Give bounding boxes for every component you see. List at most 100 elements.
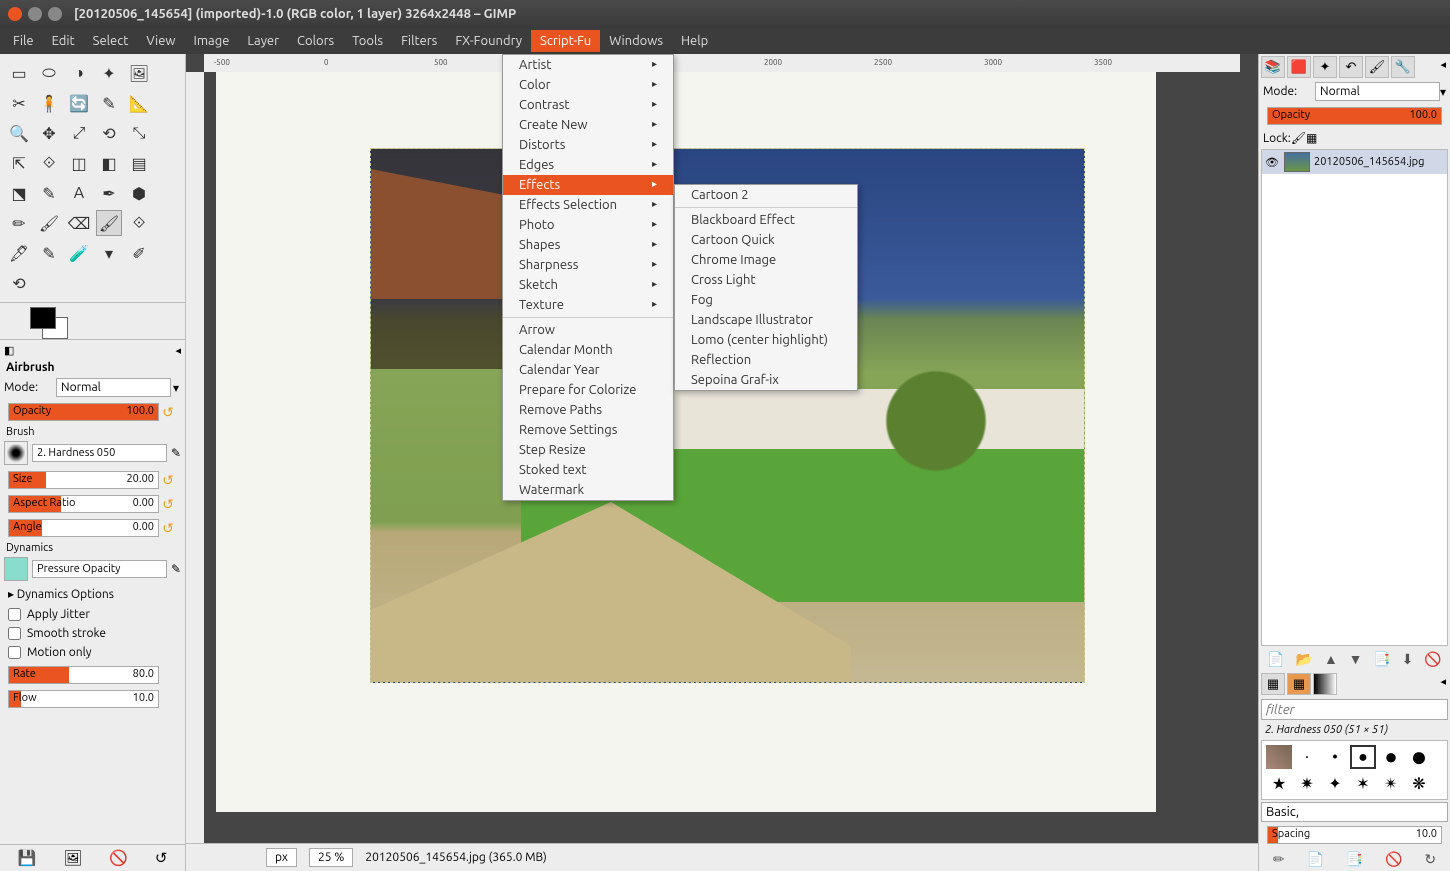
gradients-tab-icon[interactable] xyxy=(1313,673,1337,695)
zoom-select[interactable]: 25 % xyxy=(309,848,353,867)
menu-filters[interactable]: Filters xyxy=(392,30,446,52)
tool-0[interactable]: ▭ xyxy=(6,60,32,86)
effects-item-cartoon-quick[interactable]: Cartoon Quick xyxy=(675,230,857,250)
layer-op-1[interactable]: 📂 xyxy=(1296,651,1313,668)
layers-list[interactable]: 👁 20120506_145654.jpg xyxy=(1261,149,1448,646)
angle-slider[interactable]: Angle0.00 xyxy=(8,519,159,537)
menu-tools[interactable]: Tools xyxy=(343,30,392,52)
scriptfu-item-artist[interactable]: Artist xyxy=(503,55,673,75)
scriptfu-item-edges[interactable]: Edges xyxy=(503,155,673,175)
tool-30[interactable]: 🖋 xyxy=(6,240,32,266)
tool-23[interactable]: ✒ xyxy=(96,180,122,206)
unit-select[interactable]: px xyxy=(266,848,297,867)
effects-item-blackboard-effect[interactable]: Blackboard Effect xyxy=(675,210,857,230)
menu-layer[interactable]: Layer xyxy=(238,30,288,52)
scriptfu-item-prepare-for-colorize[interactable]: Prepare for Colorize xyxy=(503,380,673,400)
brush-op-4[interactable]: ↻ xyxy=(1424,851,1436,868)
brush-preset-select[interactable]: Basic, xyxy=(1261,802,1448,822)
effects-item-lomo-center-highlight-[interactable]: Lomo (center highlight) xyxy=(675,330,857,350)
dynamics-preview[interactable] xyxy=(4,557,28,581)
dynamics-options-expander[interactable]: ▸ Dynamics Options xyxy=(0,583,185,605)
scriptfu-item-contrast[interactable]: Contrast xyxy=(503,95,673,115)
layer-op-3[interactable]: ▼ xyxy=(1349,651,1363,668)
tool-14[interactable]: ⤡ xyxy=(126,120,152,146)
brush-filter-input[interactable] xyxy=(1261,699,1448,720)
scriptfu-item-calendar-year[interactable]: Calendar Year xyxy=(503,360,673,380)
opacity-reset-icon[interactable]: ↺ xyxy=(159,404,177,421)
tool-33[interactable]: ▾ xyxy=(96,240,122,266)
color-swatches[interactable] xyxy=(30,307,70,339)
scriptfu-item-remove-paths[interactable]: Remove Paths xyxy=(503,400,673,420)
scriptfu-item-stoked-text[interactable]: Stoked text xyxy=(503,460,673,480)
channels-tab-icon[interactable]: 🟥 xyxy=(1287,56,1311,78)
tool-16[interactable]: ⟐ xyxy=(36,150,62,176)
tool-3[interactable]: ✦ xyxy=(96,60,122,86)
tool-28[interactable]: 🖌 xyxy=(96,210,122,236)
layer-op-0[interactable]: 📄 xyxy=(1267,651,1284,668)
tool-1[interactable]: ⬭ xyxy=(36,60,62,86)
brush-edit-icon[interactable]: ✎ xyxy=(171,446,181,460)
tool-opt-btn-2[interactable]: 🚫 xyxy=(109,849,128,867)
menu-script-fu[interactable]: Script-Fu xyxy=(531,30,600,52)
rate-slider[interactable]: Rate80.0 xyxy=(8,666,159,684)
tool-opt-btn-1[interactable]: 🖼 xyxy=(63,849,82,867)
layer-mode-select[interactable]: Normal xyxy=(1315,82,1440,101)
tool-11[interactable]: ✥ xyxy=(36,120,62,146)
tool-13[interactable]: ⟲ xyxy=(96,120,122,146)
menu-edit[interactable]: Edit xyxy=(43,30,84,52)
scriptfu-item-effects[interactable]: Effects xyxy=(503,175,673,195)
horizontal-ruler[interactable]: -5000500100015002000250030003500 xyxy=(204,54,1240,72)
effects-item-landscape-illustrator[interactable]: Landscape Illustrator xyxy=(675,310,857,330)
scriptfu-item-create-new[interactable]: Create New xyxy=(503,115,673,135)
patterns-tab-icon[interactable]: ▦ xyxy=(1287,673,1311,695)
brush-op-1[interactable]: 📄 xyxy=(1307,851,1324,868)
scriptfu-item-photo[interactable]: Photo xyxy=(503,215,673,235)
tool-17[interactable]: ◫ xyxy=(66,150,92,176)
minimize-window-button[interactable] xyxy=(28,7,42,21)
tool-25[interactable]: ✏ xyxy=(6,210,32,236)
brush-preview[interactable] xyxy=(4,441,28,465)
layers-tab-icon[interactable]: 📚 xyxy=(1261,56,1285,78)
effects-submenu[interactable]: Cartoon 2Blackboard EffectCartoon QuickC… xyxy=(674,184,858,391)
layer-thumbnail[interactable] xyxy=(1284,152,1310,172)
tool-15[interactable]: ⇱ xyxy=(6,150,32,176)
scriptfu-item-arrow[interactable]: Arrow xyxy=(503,320,673,340)
tool-21[interactable]: ✎ xyxy=(36,180,62,206)
tool-opt-btn-0[interactable]: 💾 xyxy=(18,849,37,867)
brush-op-2[interactable]: 📑 xyxy=(1346,851,1363,868)
undo-tab-icon[interactable]: ↶ xyxy=(1339,56,1363,78)
tool-34[interactable]: ✐ xyxy=(126,240,152,266)
lock-alpha-icon[interactable]: ▦ xyxy=(1306,131,1317,145)
dynamics-edit-icon[interactable]: ✎ xyxy=(171,562,181,576)
effects-item-fog[interactable]: Fog xyxy=(675,290,857,310)
tool-2[interactable]: ◑ xyxy=(66,60,92,86)
menu-windows[interactable]: Windows xyxy=(600,30,672,52)
aspect-slider[interactable]: Aspect Ratio0.00 xyxy=(8,495,159,513)
layer-row[interactable]: 👁 20120506_145654.jpg xyxy=(1262,150,1447,174)
menu-fx-foundry[interactable]: FX-Foundry xyxy=(446,30,531,52)
menu-help[interactable]: Help xyxy=(672,30,717,52)
brushes-tab-icon[interactable]: ▦ xyxy=(1261,673,1285,695)
flow-slider[interactable]: Flow10.0 xyxy=(8,690,159,708)
tool-19[interactable]: ▤ xyxy=(126,150,152,176)
brush-op-0[interactable]: ✏ xyxy=(1273,851,1285,868)
effects-item-cross-light[interactable]: Cross Light xyxy=(675,270,857,290)
layer-op-6[interactable]: 🚫 xyxy=(1424,651,1441,668)
scriptfu-item-distorts[interactable]: Distorts xyxy=(503,135,673,155)
brush-op-3[interactable]: 🚫 xyxy=(1385,851,1402,868)
tool-10[interactable]: 🔍 xyxy=(6,120,32,146)
visibility-icon[interactable]: 👁 xyxy=(1264,156,1280,169)
tool-opt-btn-3[interactable]: ↺ xyxy=(155,849,168,867)
tool-12[interactable]: ⤢ xyxy=(66,120,92,146)
tool-35[interactable]: ⟲ xyxy=(6,270,32,296)
maximize-window-button[interactable] xyxy=(48,7,62,21)
scriptfu-item-sharpness[interactable]: Sharpness xyxy=(503,255,673,275)
scriptfu-item-effects-selection[interactable]: Effects Selection xyxy=(503,195,673,215)
menu-select[interactable]: Select xyxy=(84,30,138,52)
paths-tab-icon[interactable]: ✦ xyxy=(1313,56,1337,78)
opacity-slider[interactable]: Opacity100.0 xyxy=(8,403,159,421)
brush-tab-icon[interactable]: 🖌 xyxy=(1365,56,1389,78)
mode-select[interactable]: Normal xyxy=(56,378,171,397)
scriptfu-item-watermark[interactable]: Watermark xyxy=(503,480,673,500)
scriptfu-item-sketch[interactable]: Sketch xyxy=(503,275,673,295)
